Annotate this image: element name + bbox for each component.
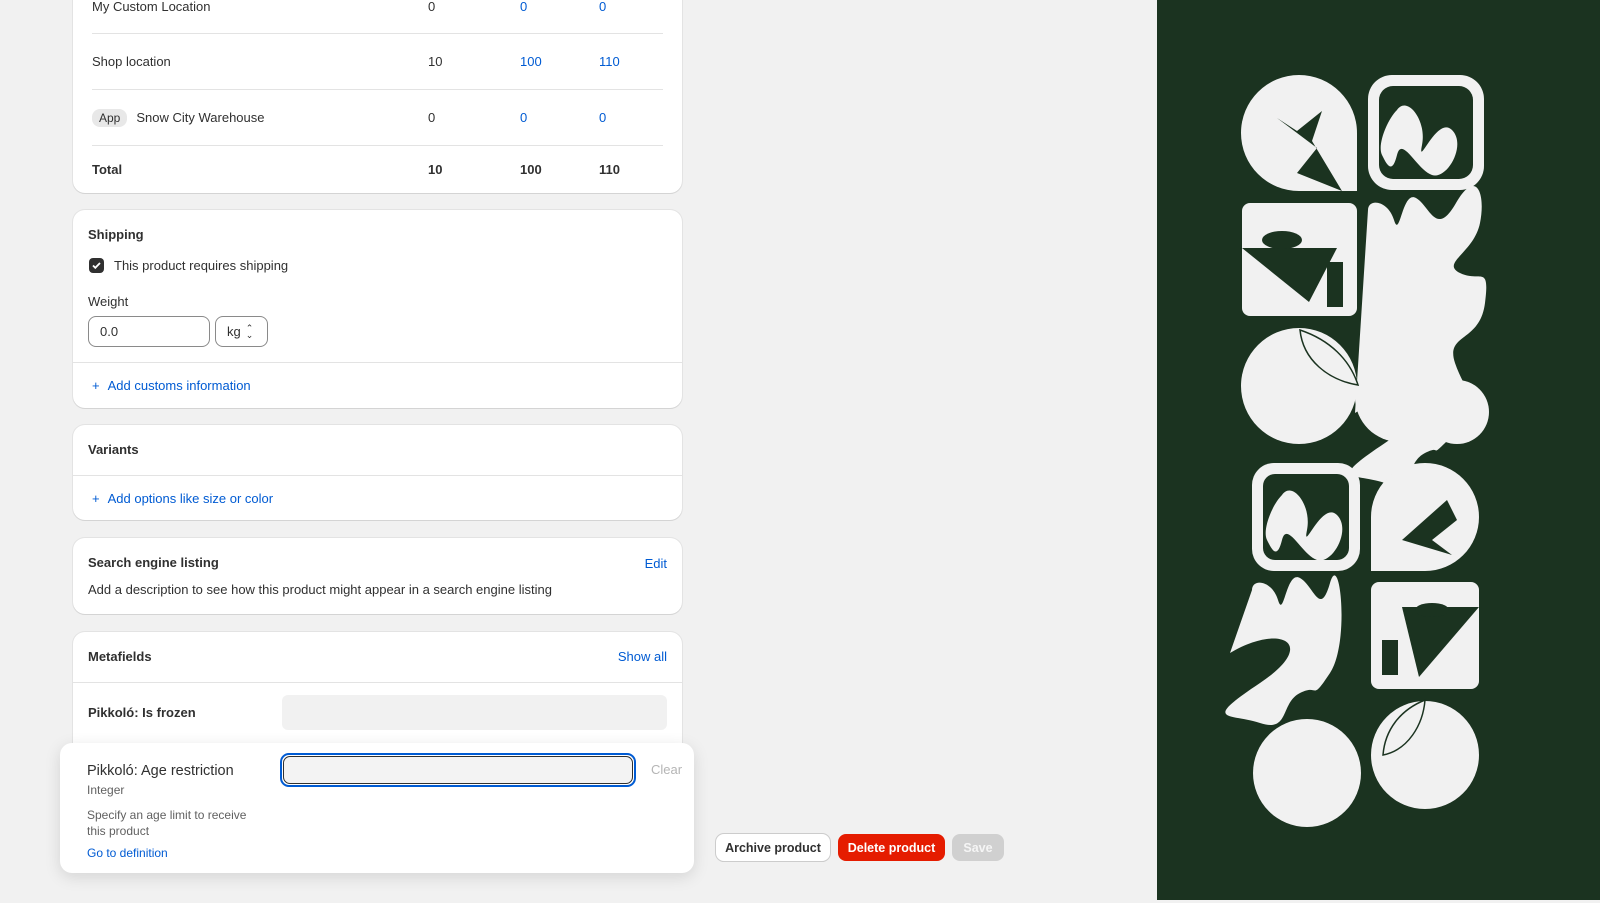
requires-shipping-label: This product requires shipping <box>114 258 289 273</box>
available-value[interactable]: 0 <box>599 110 606 125</box>
popover-label: Pikkoló: Age restriction <box>87 763 234 779</box>
table-row: App Snow City Warehouse 0 0 0 <box>92 90 663 146</box>
committed-value[interactable]: 0 <box>520 110 527 125</box>
total-available: 110 <box>599 162 620 177</box>
shipping-title: Shipping <box>88 227 144 242</box>
total-unavailable: 10 <box>428 162 443 177</box>
grocery-illustration-icon <box>1225 75 1489 827</box>
add-customs-link[interactable]: + Add customs information <box>92 378 251 393</box>
seo-edit-link[interactable]: Edit <box>645 556 667 571</box>
seo-card: Search engine listing Edit Add a descrip… <box>73 538 682 614</box>
popover-type: Integer <box>87 783 125 797</box>
app-badge: App <box>92 108 128 127</box>
total-label: Total <box>92 162 123 177</box>
plus-icon: + <box>92 491 100 506</box>
unavailable-value: 10 <box>428 54 443 69</box>
seo-title: Search engine listing <box>88 555 219 570</box>
checkbox-checked-icon[interactable] <box>89 258 104 273</box>
add-customs-label: Add customs information <box>107 378 251 393</box>
brand-artwork <box>1157 0 1600 900</box>
variants-card: Variants + Add options like size or color <box>73 425 682 520</box>
total-row: Total 10 100 110 <box>92 146 663 193</box>
plus-icon: + <box>92 378 100 393</box>
add-options-label: Add options like size or color <box>107 491 274 506</box>
committed-value[interactable]: 100 <box>520 54 542 69</box>
weight-input[interactable]: 0.0 <box>88 316 210 347</box>
requires-shipping-checkbox[interactable]: This product requires shipping <box>89 258 288 273</box>
weight-label: Weight <box>88 294 129 309</box>
unavailable-value: 0 <box>428 110 436 125</box>
location-name: Snow City Warehouse <box>136 110 265 125</box>
archive-product-button[interactable]: Archive product <box>716 834 830 861</box>
total-committed: 100 <box>520 162 542 177</box>
weight-unit-select[interactable]: kg ⌃ ⌄ <box>215 316 268 347</box>
location-name: Shop location <box>92 54 171 69</box>
age-restriction-input[interactable] <box>283 756 633 784</box>
location-name: My Custom Location <box>92 0 211 14</box>
available-value[interactable]: 0 <box>599 0 606 14</box>
table-row: My Custom Location 0 0 0 <box>92 0 663 34</box>
shipping-card: Shipping This product requires shipping … <box>73 210 682 408</box>
inventory-card: My Custom Location 0 0 0 Shop location 1… <box>73 0 682 193</box>
show-all-link[interactable]: Show all <box>618 649 667 664</box>
metafields-title: Metafields <box>88 649 152 664</box>
metafield-label: Pikkoló: Is frozen <box>88 705 196 720</box>
committed-value[interactable]: 0 <box>520 0 527 14</box>
go-to-definition-link[interactable]: Go to definition <box>87 846 168 860</box>
delete-product-button[interactable]: Delete product <box>838 834 945 861</box>
available-value[interactable]: 110 <box>599 54 620 69</box>
table-row: Shop location 10 100 110 <box>92 34 663 90</box>
unavailable-value: 0 <box>428 0 436 14</box>
variants-title: Variants <box>88 442 139 457</box>
clear-button[interactable]: Clear <box>651 762 682 777</box>
seo-description: Add a description to see how this produc… <box>88 582 552 597</box>
save-button[interactable]: Save <box>952 834 1004 861</box>
weight-value: 0.0 <box>100 324 119 339</box>
metafield-is-frozen-input[interactable] <box>282 695 667 730</box>
popover-description: Specify an age limit to receive this pro… <box>87 808 247 838</box>
add-options-link[interactable]: + Add options like size or color <box>92 491 273 506</box>
chevron-up-down-icon: ⌃ ⌄ <box>245 322 254 340</box>
metafield-popover: Pikkoló: Age restriction Integer Specify… <box>60 743 694 873</box>
unit-value: kg <box>227 324 241 339</box>
